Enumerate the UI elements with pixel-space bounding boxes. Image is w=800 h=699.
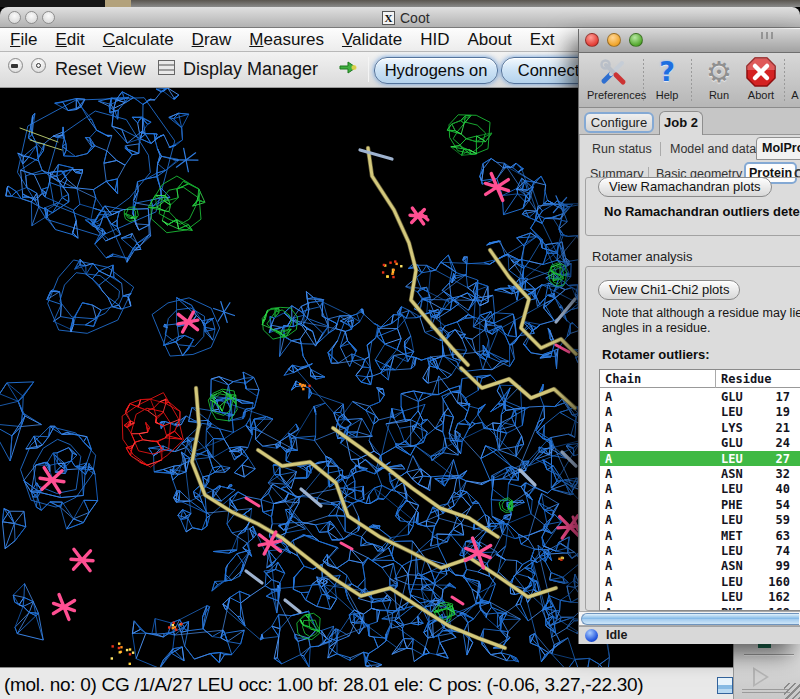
disc-dot-icon[interactable] <box>31 58 46 73</box>
col-header-residue[interactable]: Residue <box>721 372 772 386</box>
dialog-tabstrip: Configure Job 2 <box>579 108 800 135</box>
display-manager-icon[interactable] <box>158 60 175 75</box>
view-chi1-chi2-plots-button[interactable]: View Chi1-Chi2 plots <box>598 280 740 300</box>
dialog-zoom-button[interactable] <box>629 33 643 47</box>
dialog-statusbar: Idle <box>579 626 800 643</box>
partial-toolbar-item[interactable]: A <box>785 56 800 101</box>
table-row[interactable]: ALEU162 <box>600 589 800 604</box>
table-row[interactable]: AGLU24 <box>600 435 800 450</box>
display-manager-button[interactable]: Display Manager <box>183 59 318 80</box>
corner-tick <box>758 644 771 648</box>
x11-icon: X <box>382 11 395 25</box>
table-row[interactable]: ALEU27 <box>600 451 800 466</box>
menu-hid[interactable]: HID <box>420 30 449 50</box>
table-row[interactable]: ALEU59 <box>600 512 800 527</box>
rotamer-note-line2: angles in a residue. <box>602 321 710 335</box>
table-row[interactable]: ALEU19 <box>600 404 800 419</box>
status-sphere-icon <box>585 629 598 642</box>
resize-grip-icon[interactable] <box>784 683 800 699</box>
corner-panel <box>733 644 800 699</box>
menu-calculate[interactable]: Calculate <box>103 30 174 50</box>
table-row[interactable]: AASN32 <box>600 466 800 481</box>
tab-molprobity[interactable]: MolProbit <box>756 137 800 160</box>
table-row[interactable]: APHE54 <box>600 497 800 512</box>
main-statusbar: (mol. no: 0) CG /1/A/27 LEU occ: 1.00 bf… <box>0 667 800 699</box>
zoom-button[interactable] <box>42 11 55 24</box>
dialog-close-button[interactable] <box>585 33 599 47</box>
disc-left-icon[interactable] <box>8 58 23 73</box>
dialog-grip-dots <box>761 32 775 39</box>
corner-slider-line[interactable] <box>744 654 794 656</box>
dialog-minimize-button[interactable] <box>607 33 621 47</box>
run-gear-icon: ⚙ <box>703 56 735 88</box>
validation-dialog: Preferences ? Help ⚙ Run <box>578 29 800 644</box>
window-title-wrap: X Coot <box>382 10 430 26</box>
table-row[interactable]: ALEU160 <box>600 574 800 589</box>
horizontal-scrollbar[interactable] <box>579 611 800 626</box>
tab-configure[interactable]: Configure <box>584 112 654 133</box>
preferences-button[interactable]: Preferences <box>587 56 639 101</box>
desktop-edge-tan <box>105 0 131 7</box>
play-icon[interactable] <box>753 667 769 687</box>
minimize-button[interactable] <box>25 11 38 24</box>
dialog-titlebar[interactable] <box>579 29 800 53</box>
col-header-chain[interactable]: Chain <box>605 372 641 386</box>
menu-measures[interactable]: Measures <box>249 30 324 50</box>
hydrogens-on-button[interactable]: Hydrogens on <box>374 57 498 84</box>
table-row[interactable]: ALEU40 <box>600 481 800 496</box>
main-titlebar[interactable]: X Coot <box>0 7 800 28</box>
table-row[interactable]: ALEU74 <box>600 543 800 558</box>
table-row[interactable]: AMET63 <box>600 528 800 543</box>
table-row[interactable]: AASN99 <box>600 558 800 573</box>
menu-draw[interactable]: Draw <box>192 30 232 50</box>
go-jump-icon[interactable] <box>338 61 358 74</box>
tab-job2[interactable]: Job 2 <box>659 111 703 135</box>
dialog-status-label: Idle <box>606 628 628 642</box>
menu-validate[interactable]: Validate <box>342 30 402 50</box>
rotamer-analysis-label: Rotamer analysis <box>592 249 692 264</box>
table-header[interactable]: Chain Residue <box>600 370 800 388</box>
abort-octagon-icon <box>745 56 777 88</box>
preferences-tools-icon <box>597 56 629 88</box>
help-question-icon: ? <box>651 56 683 88</box>
table-row[interactable]: AGLU17 <box>600 389 800 404</box>
rotamer-outliers-label: Rotamer outliers: <box>602 347 710 362</box>
reset-view-button[interactable]: Reset View <box>55 59 146 80</box>
desktop-edge-dark <box>0 0 105 7</box>
help-button[interactable]: ? Help <box>641 56 693 101</box>
desktop-edge <box>0 0 800 7</box>
tab-run-status[interactable]: Run status <box>592 142 652 156</box>
dialog-content: Run status Model and data MolProbit Summ… <box>579 135 800 611</box>
menu-about[interactable]: About <box>467 30 511 50</box>
corner-lines <box>742 689 790 690</box>
table-row[interactable]: ALYS21 <box>600 420 800 435</box>
abort-button[interactable]: Abort <box>735 56 787 101</box>
view-ramachandran-plots-button[interactable]: View Ramachandran plots <box>598 177 772 197</box>
status-text: (mol. no: 0) CG /1/A/27 LEU occ: 1.00 bf… <box>4 674 643 696</box>
ramachandran-status: No Ramachandran outliers detecte <box>604 204 800 219</box>
toolbar-separator <box>368 57 369 82</box>
window-title: Coot <box>400 10 430 26</box>
tab-model-and-data[interactable]: Model and data <box>670 142 756 156</box>
progress-chunk <box>717 677 733 694</box>
rotamer-note-line1: Note that although a residue may lie <box>602 306 800 320</box>
close-button[interactable] <box>8 11 21 24</box>
dialog-toolbar: Preferences ? Help ⚙ Run <box>579 53 800 108</box>
menu-file[interactable]: File <box>10 30 37 50</box>
rotamer-outliers-table[interactable]: Chain Residue AGLU17ALEU19ALYS21AGLU24AL… <box>599 369 800 611</box>
menu-ext[interactable]: Ext <box>530 30 555 50</box>
menu-edit[interactable]: Edit <box>55 30 84 50</box>
scrollbar-thumb[interactable] <box>581 613 799 625</box>
